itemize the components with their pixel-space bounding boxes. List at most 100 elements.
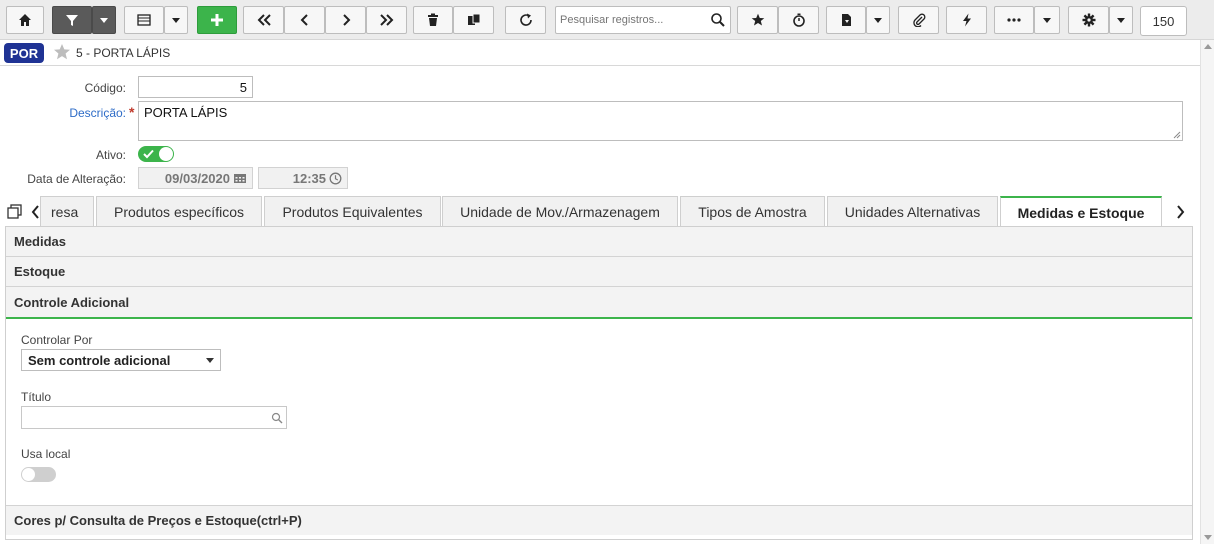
chevron-down-icon: [206, 358, 214, 363]
chevron-down-icon: [172, 17, 180, 23]
more-button[interactable]: [994, 6, 1034, 34]
descricao-label: Descrição:: [69, 106, 126, 120]
more-icon: [1007, 18, 1021, 22]
chevron-down-icon: [100, 17, 108, 23]
usa-local-label: Usa local: [21, 447, 71, 461]
star-icon: [751, 13, 764, 26]
record-count[interactable]: 150: [1140, 6, 1187, 36]
calendar-icon: [234, 174, 246, 183]
timer-button[interactable]: [778, 6, 819, 34]
toolbar: 150: [0, 0, 1214, 40]
tab-panel-medidas-estoque: Medidas Estoque Controle Adicional Contr…: [5, 227, 1193, 540]
window-icon[interactable]: [7, 204, 23, 220]
bolt-icon: [962, 13, 971, 27]
controlar-por-value: Sem controle adicional: [28, 352, 171, 368]
tab-tipos-amostra[interactable]: Tipos de Amostra: [680, 196, 825, 227]
settings-button[interactable]: [1068, 6, 1109, 34]
record-header: POR 5 - PORTA LÁPIS: [0, 40, 1200, 65]
search-icon[interactable]: [271, 412, 283, 424]
data-alteracao-label: Data de Alteração:: [27, 172, 126, 186]
required-marker: *: [129, 104, 135, 120]
last-record-button[interactable]: [366, 6, 407, 34]
toggle-knob: [22, 468, 35, 481]
view-dropdown-button[interactable]: [164, 6, 188, 34]
section-cores-consulta[interactable]: Cores p/ Consulta de Preços e Estoque(ct…: [6, 505, 1192, 535]
descricao-value: PORTA LÁPIS: [144, 105, 228, 120]
search-input[interactable]: [556, 7, 706, 33]
tab-empresa[interactable]: resa: [40, 196, 94, 227]
data-alteracao-field: 09/03/2020: [138, 167, 253, 189]
refresh-icon: [519, 13, 532, 26]
refresh-button[interactable]: [505, 6, 546, 34]
chevron-down-icon: [1117, 17, 1125, 23]
tab-produtos-especificos[interactable]: Produtos específicos: [96, 196, 262, 227]
timer-icon: [792, 13, 805, 27]
titulo-label: Título: [21, 390, 52, 404]
prev-record-button[interactable]: [284, 6, 325, 34]
list-icon: [137, 14, 151, 26]
add-button[interactable]: [197, 6, 237, 34]
home-button[interactable]: [6, 6, 44, 34]
actions-button[interactable]: [946, 6, 987, 34]
next-record-button[interactable]: [325, 6, 366, 34]
record-title: 5 - PORTA LÁPIS: [76, 46, 171, 60]
usa-local-toggle[interactable]: [21, 467, 56, 482]
report-dropdown-button[interactable]: [866, 6, 890, 34]
tab-unidades-alternativas[interactable]: Unidades Alternativas: [827, 196, 998, 227]
tab-scroll-right-icon[interactable]: [1175, 205, 1185, 219]
report-icon: [842, 14, 851, 26]
report-button[interactable]: [826, 6, 866, 34]
star-icon[interactable]: [53, 43, 71, 61]
prev-icon: [300, 14, 308, 26]
home-icon: [19, 14, 31, 26]
add-icon: [211, 14, 223, 26]
filter-icon: [66, 15, 78, 26]
section-medidas[interactable]: Medidas: [6, 227, 1192, 257]
section-controle-adicional[interactable]: Controle Adicional: [6, 287, 1192, 319]
duplicate-button[interactable]: [453, 6, 494, 34]
scroll-up-icon[interactable]: [1204, 44, 1212, 49]
last-icon: [379, 14, 393, 26]
next-icon: [342, 14, 350, 26]
ativo-toggle[interactable]: [138, 146, 174, 162]
attach-icon: [912, 13, 925, 27]
data-value: 09/03/2020: [164, 170, 230, 186]
vertical-scrollbar[interactable]: [1200, 40, 1214, 544]
copy-icon: [467, 13, 480, 25]
filter-button[interactable]: [52, 6, 92, 34]
chevron-down-icon: [874, 17, 882, 23]
tab-medidas-estoque[interactable]: Medidas e Estoque: [1000, 196, 1162, 227]
chevron-down-icon: [1043, 17, 1051, 23]
section-estoque[interactable]: Estoque: [6, 257, 1192, 287]
codigo-label: Código:: [84, 81, 126, 95]
tab-produtos-equivalentes[interactable]: Produtos Equivalentes: [264, 196, 441, 227]
hora-value: 12:35: [292, 170, 326, 186]
attachment-button[interactable]: [898, 6, 939, 34]
gear-icon: [1082, 13, 1095, 27]
more-dropdown-button[interactable]: [1034, 6, 1060, 34]
descricao-field[interactable]: PORTA LÁPIS: [138, 101, 1183, 141]
resize-handle-icon[interactable]: [1173, 131, 1181, 139]
tab-unidade-mov-armazenagem[interactable]: Unidade de Mov./Armazenagem: [442, 196, 678, 227]
filter-dropdown-button[interactable]: [92, 6, 116, 34]
codigo-field[interactable]: 5: [138, 76, 253, 98]
hora-alteracao-field: 12:35: [258, 167, 348, 189]
trash-icon: [428, 13, 438, 26]
titulo-input[interactable]: [21, 406, 287, 429]
scroll-down-icon[interactable]: [1204, 535, 1212, 540]
tab-bar: resa Produtos específicos Produtos Equiv…: [0, 196, 1200, 227]
delete-button[interactable]: [413, 6, 453, 34]
toggle-knob: [159, 147, 173, 161]
search-icon[interactable]: [710, 12, 726, 28]
clock-icon: [329, 172, 342, 184]
search-box: [555, 6, 731, 34]
first-record-button[interactable]: [243, 6, 284, 34]
settings-dropdown-button[interactable]: [1109, 6, 1133, 34]
controlar-por-select[interactable]: Sem controle adicional: [21, 349, 221, 371]
favorite-button[interactable]: [737, 6, 778, 34]
first-icon: [257, 14, 271, 26]
view-button[interactable]: [124, 6, 164, 34]
check-icon: [143, 149, 154, 159]
ativo-label: Ativo:: [95, 148, 126, 162]
controlar-por-label: Controlar Por: [21, 333, 93, 347]
